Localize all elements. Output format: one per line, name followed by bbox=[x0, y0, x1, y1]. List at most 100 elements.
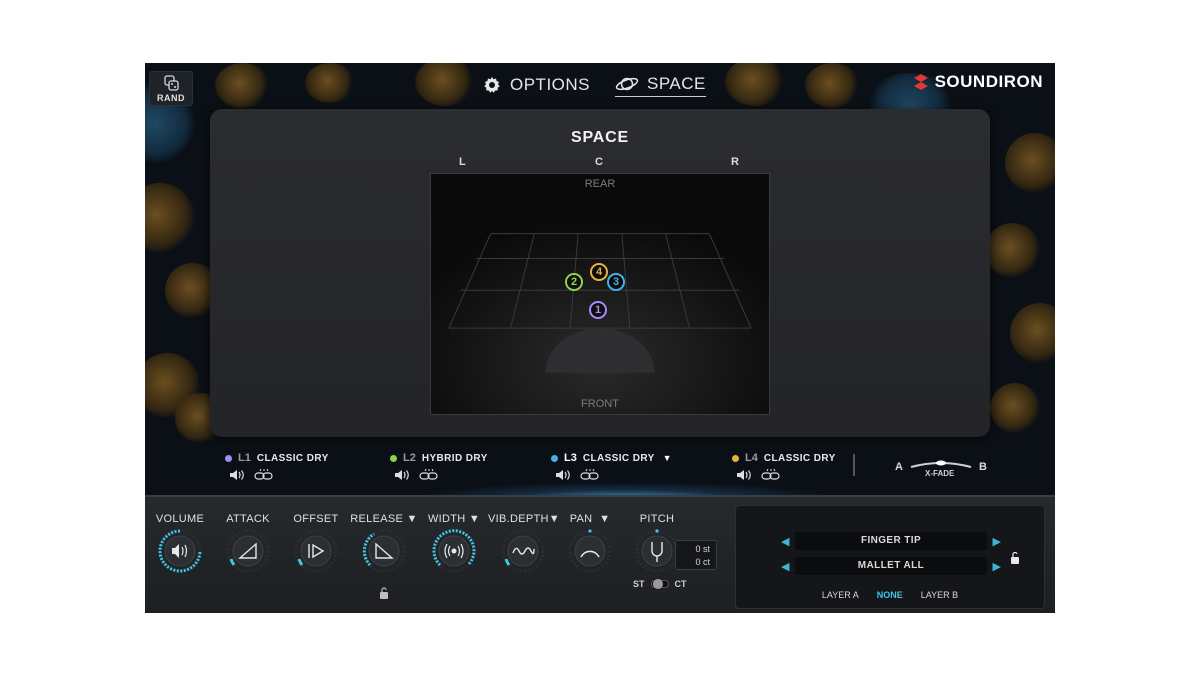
rand-button[interactable]: RAND bbox=[149, 71, 193, 106]
pitch-knob[interactable] bbox=[635, 529, 679, 573]
axis-left-label: L bbox=[459, 156, 466, 168]
ct-label: CT bbox=[674, 579, 687, 589]
axis-right-label: R bbox=[731, 156, 739, 168]
soundiron-logo: SOUNDIRON bbox=[911, 72, 1043, 92]
st-ct-toggle-group: ST CT bbox=[633, 579, 687, 589]
rand-label: RAND bbox=[157, 92, 185, 103]
width-control: WIDTH ▼ bbox=[419, 513, 489, 573]
speaker-icon[interactable] bbox=[393, 469, 413, 481]
volume-label: VOLUME bbox=[155, 513, 205, 525]
pan-knob[interactable] bbox=[568, 529, 612, 573]
axis-center-label: C bbox=[595, 156, 603, 168]
layer-1-id: L1 bbox=[238, 452, 251, 464]
xfade-b-label: B bbox=[979, 461, 987, 473]
layer-3-dropdown-icon[interactable]: ▼ bbox=[663, 453, 672, 463]
stage-position-pad[interactable]: REAR FRONT 1 2 3 4 bbox=[430, 173, 770, 415]
layer-4-id: L4 bbox=[745, 452, 758, 464]
layer-3-id: L3 bbox=[564, 452, 577, 464]
soundiron-s-icon bbox=[913, 74, 928, 90]
link-icon[interactable] bbox=[254, 469, 274, 481]
layer-4-color-dot bbox=[732, 454, 739, 462]
release-knob[interactable] bbox=[362, 529, 406, 573]
release-dropdown-icon: ▼ bbox=[406, 513, 418, 525]
layer-4-position-marker[interactable]: 4 bbox=[590, 263, 608, 281]
vib-depth-label-text: VIB.DEPTH bbox=[488, 513, 549, 525]
pitch-label: PITCH bbox=[639, 513, 675, 525]
attack-label: ATTACK bbox=[226, 513, 270, 525]
speaker-icon[interactable] bbox=[228, 469, 248, 481]
width-label[interactable]: WIDTH ▼ bbox=[419, 513, 489, 525]
articulation-2-field[interactable]: MALLET ALL bbox=[795, 557, 987, 575]
layer-selector: LAYER A NONE LAYER B bbox=[736, 590, 1044, 600]
layer-1[interactable]: L1 CLASSIC DRY bbox=[225, 452, 329, 481]
articulation-2-prev-arrow-icon[interactable]: ◀ bbox=[781, 560, 789, 573]
vib-depth-label[interactable]: VIB.DEPTH▼ bbox=[488, 513, 560, 525]
layer-3-name: CLASSIC DRY bbox=[582, 452, 655, 464]
release-lock-icon[interactable] bbox=[379, 587, 389, 599]
volume-control: VOLUME bbox=[145, 513, 215, 573]
tab-options-label: OPTIONS bbox=[510, 75, 591, 94]
layer-4[interactable]: L4 CLASSIC DRY bbox=[732, 452, 836, 481]
layer-1-name: CLASSIC DRY bbox=[256, 452, 329, 464]
release-label[interactable]: RELEASE ▼ bbox=[349, 513, 419, 525]
layer-3-position-marker[interactable]: 3 bbox=[607, 273, 625, 291]
rear-label: REAR bbox=[584, 178, 616, 190]
pan-label-text: PAN bbox=[569, 513, 593, 525]
volume-knob[interactable] bbox=[158, 529, 202, 573]
release-label-text: RELEASE bbox=[350, 513, 404, 525]
xfade-label: X-FADE bbox=[925, 469, 955, 478]
attack-knob[interactable] bbox=[226, 529, 270, 573]
layer-b-option[interactable]: LAYER B bbox=[921, 590, 958, 600]
perspective-grid bbox=[431, 174, 769, 414]
articulation-1-next-arrow-icon[interactable]: ▶ bbox=[993, 535, 1001, 548]
width-knob[interactable] bbox=[432, 529, 476, 573]
offset-knob[interactable] bbox=[294, 529, 338, 573]
speaker-icon[interactable] bbox=[735, 469, 755, 481]
pan-dropdown-icon: ▼ bbox=[599, 513, 611, 525]
width-label-text: WIDTH bbox=[427, 513, 466, 525]
release-control: RELEASE ▼ bbox=[349, 513, 419, 573]
link-icon[interactable] bbox=[761, 469, 781, 481]
width-dropdown-icon: ▼ bbox=[468, 513, 481, 525]
pitch-readout[interactable]: 0 st 0 ct bbox=[675, 540, 717, 570]
layer-2-name: HYBRID DRY bbox=[421, 452, 488, 464]
offset-control: OFFSET bbox=[281, 513, 351, 573]
offset-label: OFFSET bbox=[293, 513, 339, 525]
none-option[interactable]: NONE bbox=[877, 590, 903, 600]
link-icon[interactable] bbox=[580, 469, 600, 481]
speaker-icon[interactable] bbox=[554, 469, 574, 481]
layer-2-color-dot bbox=[390, 454, 397, 462]
layer-a-option[interactable]: LAYER A bbox=[822, 590, 859, 600]
layer-2[interactable]: L2 HYBRID DRY bbox=[390, 452, 488, 481]
articulation-selector-1: ◀ FINGER TIP ▶ bbox=[781, 532, 1001, 550]
tab-space-label: SPACE bbox=[647, 73, 706, 93]
articulation-selector-2: ◀ MALLET ALL ▶ bbox=[781, 557, 1001, 575]
link-icon[interactable] bbox=[419, 469, 439, 481]
pan-control: PAN ▼ bbox=[555, 513, 625, 573]
xfade-slider[interactable]: A X-FADE B bbox=[895, 457, 987, 483]
articulation-1-field[interactable]: FINGER TIP bbox=[795, 532, 987, 550]
space-title: SPACE bbox=[571, 129, 629, 146]
st-label: ST bbox=[633, 579, 645, 589]
space-panel: SPACE L C R REAR FRONT 1 2 3 4 bbox=[210, 109, 990, 437]
tab-options[interactable]: OPTIONS bbox=[482, 73, 590, 97]
layer-divider bbox=[853, 454, 855, 476]
articulation-2-next-arrow-icon[interactable]: ▶ bbox=[993, 560, 1001, 573]
st-ct-toggle[interactable] bbox=[650, 579, 669, 589]
attack-control: ATTACK bbox=[213, 513, 283, 573]
layer-1-position-marker[interactable]: 1 bbox=[589, 301, 607, 319]
planet-icon bbox=[615, 77, 639, 90]
tab-space[interactable]: SPACE bbox=[615, 73, 706, 97]
front-label: FRONT bbox=[581, 398, 619, 410]
articulation-1-prev-arrow-icon[interactable]: ◀ bbox=[781, 535, 789, 548]
layer-3-color-dot bbox=[551, 454, 558, 462]
layer-4-name: CLASSIC DRY bbox=[763, 452, 836, 464]
vib-depth-knob[interactable] bbox=[501, 529, 545, 573]
layer-2-position-marker[interactable]: 2 bbox=[565, 273, 583, 291]
pan-label[interactable]: PAN ▼ bbox=[555, 513, 625, 525]
layer-2-id: L2 bbox=[403, 452, 416, 464]
layer-3[interactable]: L3 CLASSIC DRY ▼ bbox=[551, 452, 672, 481]
brand-name: SOUNDIRON bbox=[934, 72, 1043, 91]
pitch-semitones: 0 st bbox=[695, 543, 710, 554]
articulation-lock-icon[interactable] bbox=[1010, 552, 1020, 564]
